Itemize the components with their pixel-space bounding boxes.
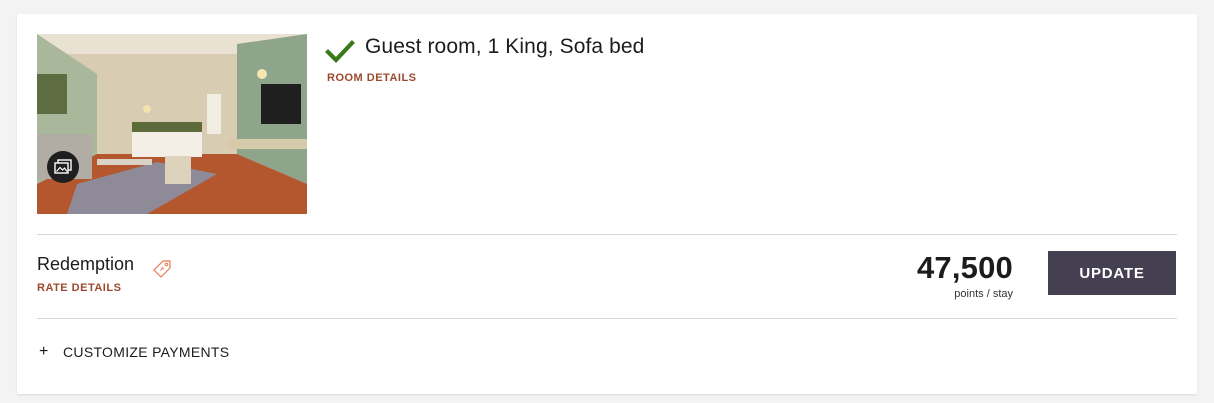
price-tag-icon	[153, 260, 171, 278]
room-title: Guest room, 1 King, Sofa bed	[365, 35, 645, 58]
customize-payments-toggle[interactable]: + CUSTOMIZE PAYMENTS	[39, 343, 230, 361]
plus-icon: +	[39, 343, 49, 360]
customize-payments-label: CUSTOMIZE PAYMENTS	[63, 344, 230, 360]
divider	[37, 234, 1177, 235]
hotel-room-image	[37, 34, 307, 214]
divider	[37, 318, 1177, 319]
points-value: 47,500	[916, 250, 1013, 285]
points-unit-label: points / stay	[954, 288, 1013, 300]
photo-gallery-button[interactable]	[47, 151, 79, 183]
rate-details-link[interactable]: RATE DETAILS	[37, 282, 121, 294]
room-details-link[interactable]: ROOM DETAILS	[327, 72, 417, 84]
checkmark-icon	[325, 40, 355, 64]
photo-gallery-icon	[54, 159, 72, 174]
room-photo[interactable]	[37, 34, 307, 214]
update-button[interactable]: UPDATE	[1048, 251, 1176, 295]
room-rate-card: Guest room, 1 King, Sofa bed ROOM DETAIL…	[17, 14, 1197, 394]
rate-name: Redemption	[37, 254, 135, 274]
